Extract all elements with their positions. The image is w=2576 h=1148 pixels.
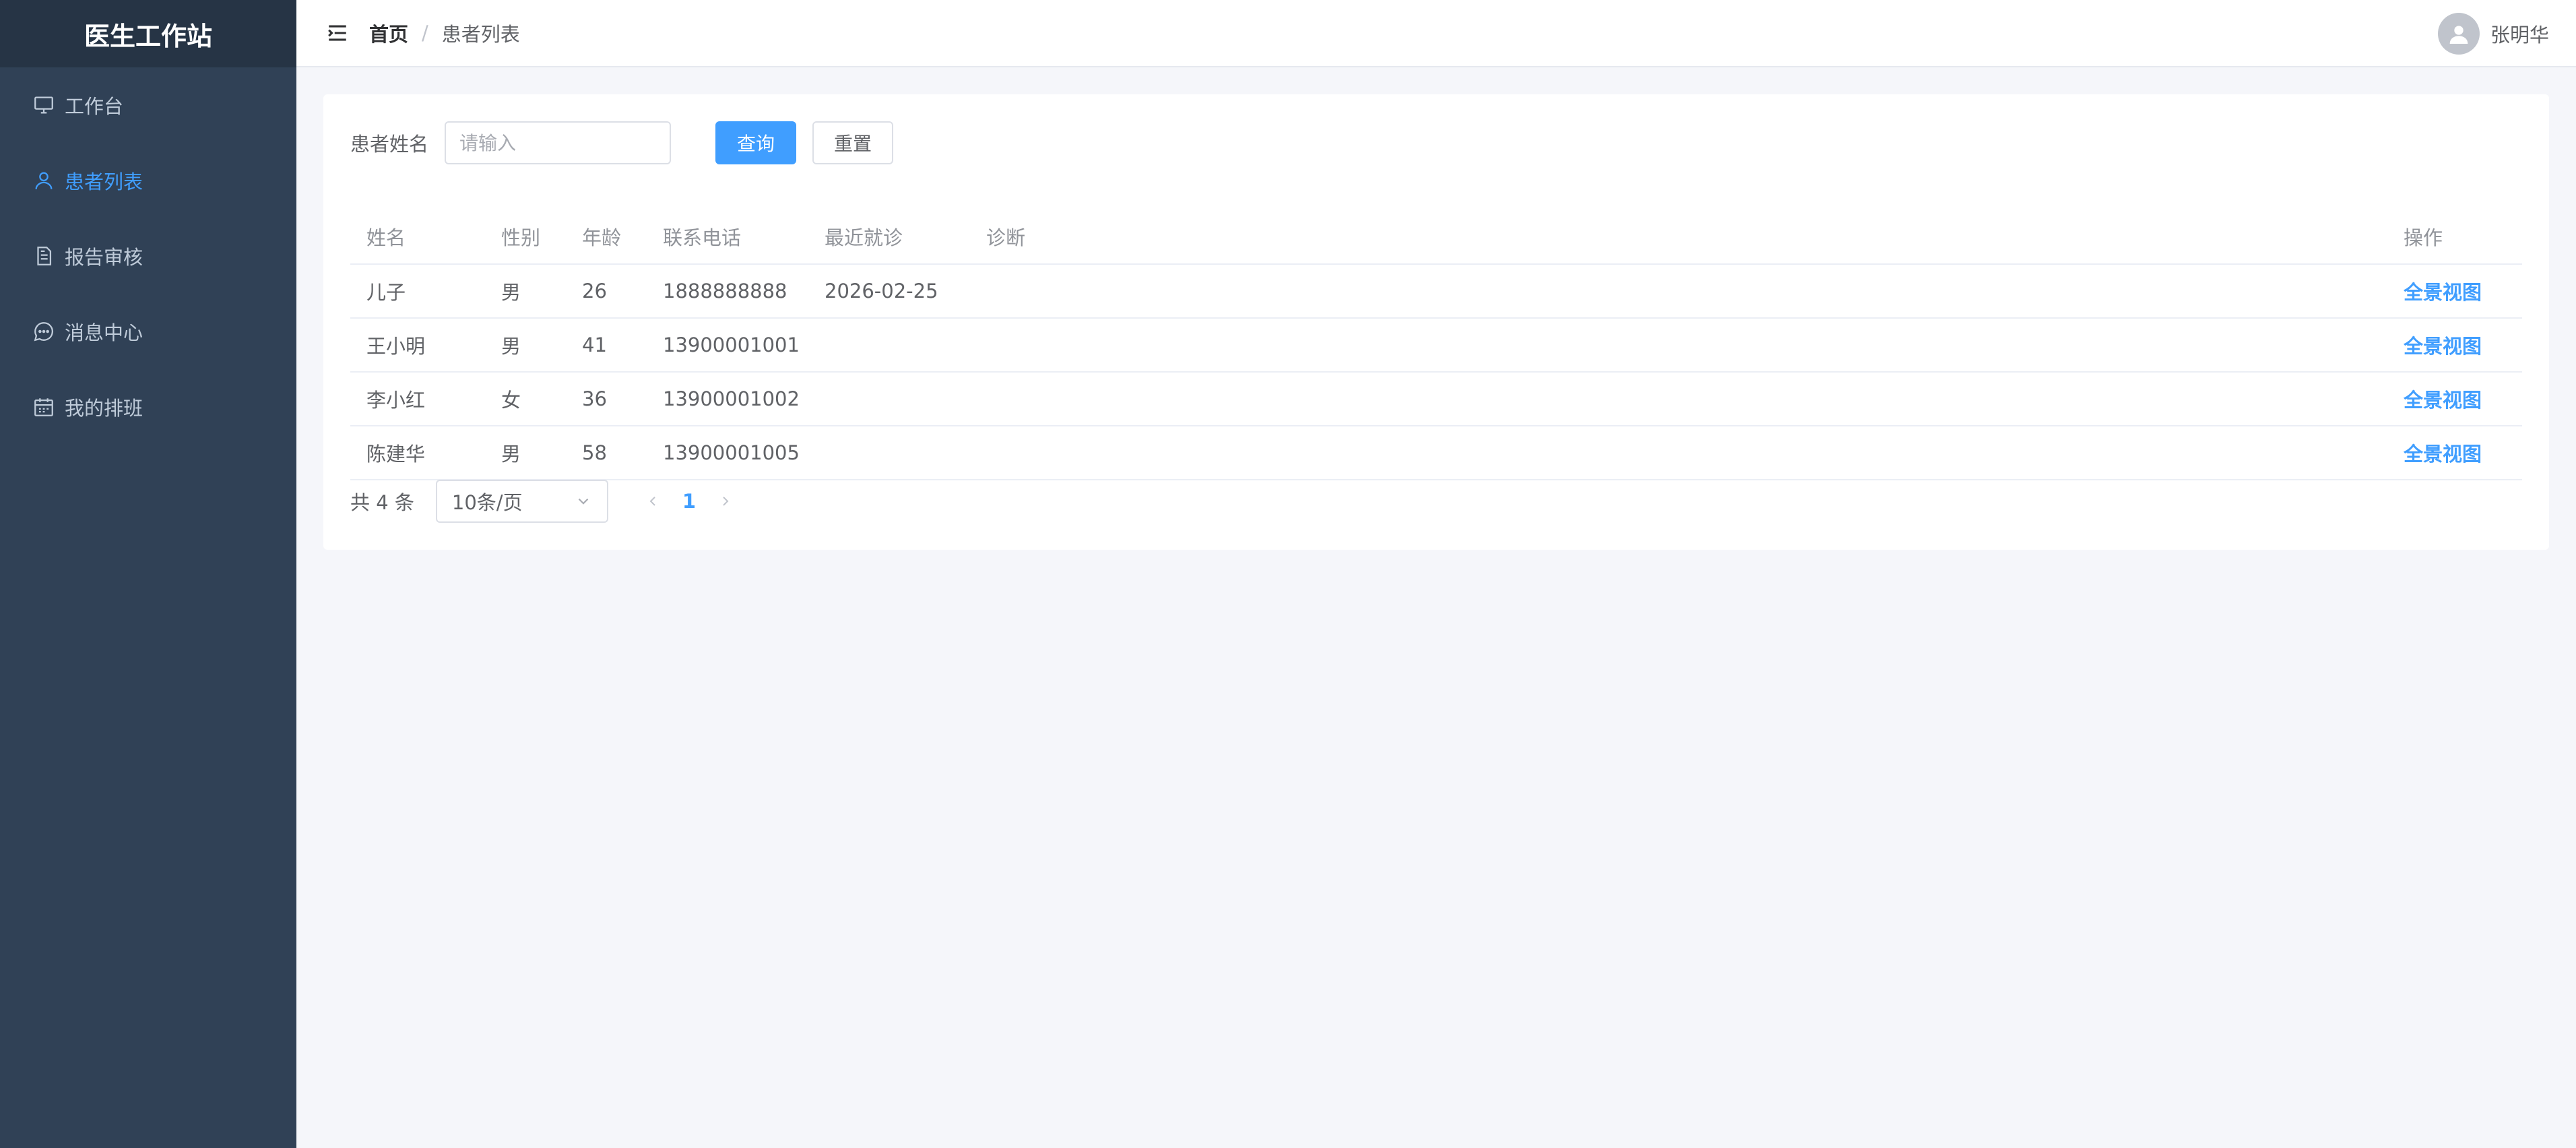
chevron-right-icon <box>723 497 729 506</box>
column-header-last-visit: 最近就诊 <box>808 209 970 265</box>
table-header-row: 姓名 性别 年龄 联系电话 最近就诊 诊断 操作 <box>350 209 2522 265</box>
column-header-actions: 操作 <box>2387 209 2522 265</box>
cell-diagnosis <box>970 372 2387 426</box>
cell-sex: 男 <box>485 426 566 480</box>
sidebar-item-label: 患者列表 <box>65 170 143 193</box>
panorama-view-link[interactable]: 全景视图 <box>2404 335 2482 358</box>
sidebar-item-workbench[interactable]: 工作台 <box>0 67 296 143</box>
patient-list-card: 患者姓名 查询 重置 姓名 性别 年龄 联系电话 最近就诊 诊断 操作 儿子 男… <box>323 94 2549 550</box>
sidebar-item-label: 工作台 <box>65 95 124 118</box>
search-form: 患者姓名 查询 重置 <box>350 121 894 164</box>
sidebar-item-label: 消息中心 <box>65 321 143 344</box>
cell-last-visit <box>808 426 970 480</box>
cell-last-visit: 2026-02-25 <box>808 264 970 319</box>
cell-phone: 13900001001 <box>647 318 808 373</box>
query-button[interactable]: 查询 <box>715 121 797 164</box>
cell-sex: 女 <box>485 372 566 426</box>
column-header-age: 年龄 <box>566 209 647 265</box>
column-header-name: 姓名 <box>350 209 485 265</box>
panorama-view-link[interactable]: 全景视图 <box>2404 281 2482 304</box>
cell-name: 陈建华 <box>350 426 485 480</box>
sidebar-item-label: 我的排班 <box>65 397 143 420</box>
table-row: 儿子 男 26 1888888888 2026-02-25 全景视图 <box>350 264 2522 319</box>
patient-table: 姓名 性别 年龄 联系电话 最近就诊 诊断 操作 儿子 男 26 1888888… <box>350 209 2522 480</box>
sidebar-item-patient-list[interactable]: 患者列表 <box>0 143 296 218</box>
top-header: 首页 / 患者列表 张明华 <box>296 0 2576 67</box>
breadcrumb-separator: / <box>422 22 428 44</box>
reset-button[interactable]: 重置 <box>812 121 894 164</box>
column-header-phone: 联系电话 <box>647 209 808 265</box>
cell-age: 26 <box>566 264 647 319</box>
cell-last-visit <box>808 318 970 373</box>
avatar[interactable] <box>2437 13 2480 55</box>
cell-age: 41 <box>566 318 647 373</box>
cell-phone: 13900001002 <box>647 372 808 426</box>
panorama-view-link[interactable]: 全景视图 <box>2404 389 2482 412</box>
table-row: 李小红 女 36 13900001002 全景视图 <box>350 372 2522 426</box>
chevron-left-icon <box>649 497 655 506</box>
chat-icon <box>34 322 54 342</box>
patient-name-input[interactable] <box>445 121 672 164</box>
cell-sex: 男 <box>485 264 566 319</box>
calendar-icon <box>34 398 53 416</box>
cell-actions: 全景视图 <box>2387 372 2522 426</box>
panorama-view-link[interactable]: 全景视图 <box>2404 443 2482 466</box>
breadcrumb-current: 患者列表 <box>441 23 520 46</box>
cell-name: 儿子 <box>350 264 485 319</box>
patient-name-label: 患者姓名 <box>350 133 429 156</box>
sidebar-item-my-schedule[interactable]: 我的排班 <box>0 369 296 445</box>
user-icon <box>35 172 53 189</box>
monitor-icon <box>34 96 53 114</box>
document-icon <box>37 247 52 265</box>
next-page-button[interactable] <box>712 488 739 515</box>
cell-diagnosis <box>970 264 2387 319</box>
cell-name: 李小红 <box>350 372 485 426</box>
breadcrumb-home[interactable]: 首页 <box>369 19 408 47</box>
page-number[interactable]: 1 <box>682 490 696 513</box>
cell-age: 36 <box>566 372 647 426</box>
cell-age: 58 <box>566 426 647 480</box>
column-header-sex: 性别 <box>485 209 566 265</box>
cell-actions: 全景视图 <box>2387 318 2522 373</box>
column-header-diagnosis: 诊断 <box>970 209 2387 265</box>
chevron-down-icon <box>578 498 589 505</box>
pagination-total: 共 4 条 <box>350 491 414 514</box>
avatar-user-icon <box>2449 26 2468 44</box>
table-row: 王小明 男 41 13900001001 全景视图 <box>350 318 2522 373</box>
cell-actions: 全景视图 <box>2387 264 2522 319</box>
pagination: 共 4 条 10条/页 1 <box>350 480 739 523</box>
sidebar-item-report-review[interactable]: 报告审核 <box>0 218 296 294</box>
prev-page-button[interactable] <box>639 488 666 515</box>
cell-last-visit <box>808 372 970 426</box>
sidebar: 医生工作站 工作台 患者列表 报告审核 消息中心 我的排班 <box>0 0 296 1148</box>
cell-name: 王小明 <box>350 318 485 373</box>
page-size-value: 10条/页 <box>451 491 523 514</box>
cell-phone: 13900001005 <box>647 426 808 480</box>
sidebar-nav: 工作台 患者列表 报告审核 消息中心 我的排班 <box>0 67 296 445</box>
app-title: 医生工作站 <box>0 0 296 67</box>
sidebar-item-label: 报告审核 <box>65 246 143 269</box>
cell-sex: 男 <box>485 318 566 373</box>
page-size-select[interactable]: 10条/页 <box>435 480 608 523</box>
cell-diagnosis <box>970 426 2387 480</box>
user-name: 张明华 <box>2490 24 2549 46</box>
cell-actions: 全景视图 <box>2387 426 2522 480</box>
breadcrumb: 首页 / 患者列表 <box>369 19 520 47</box>
sidebar-item-message-center[interactable]: 消息中心 <box>0 294 296 369</box>
menu-fold-icon[interactable] <box>326 22 349 44</box>
cell-diagnosis <box>970 318 2387 373</box>
table-row: 陈建华 男 58 13900001005 全景视图 <box>350 426 2522 480</box>
user-menu[interactable]: 张明华 <box>2437 0 2549 67</box>
cell-phone: 1888888888 <box>647 264 808 319</box>
